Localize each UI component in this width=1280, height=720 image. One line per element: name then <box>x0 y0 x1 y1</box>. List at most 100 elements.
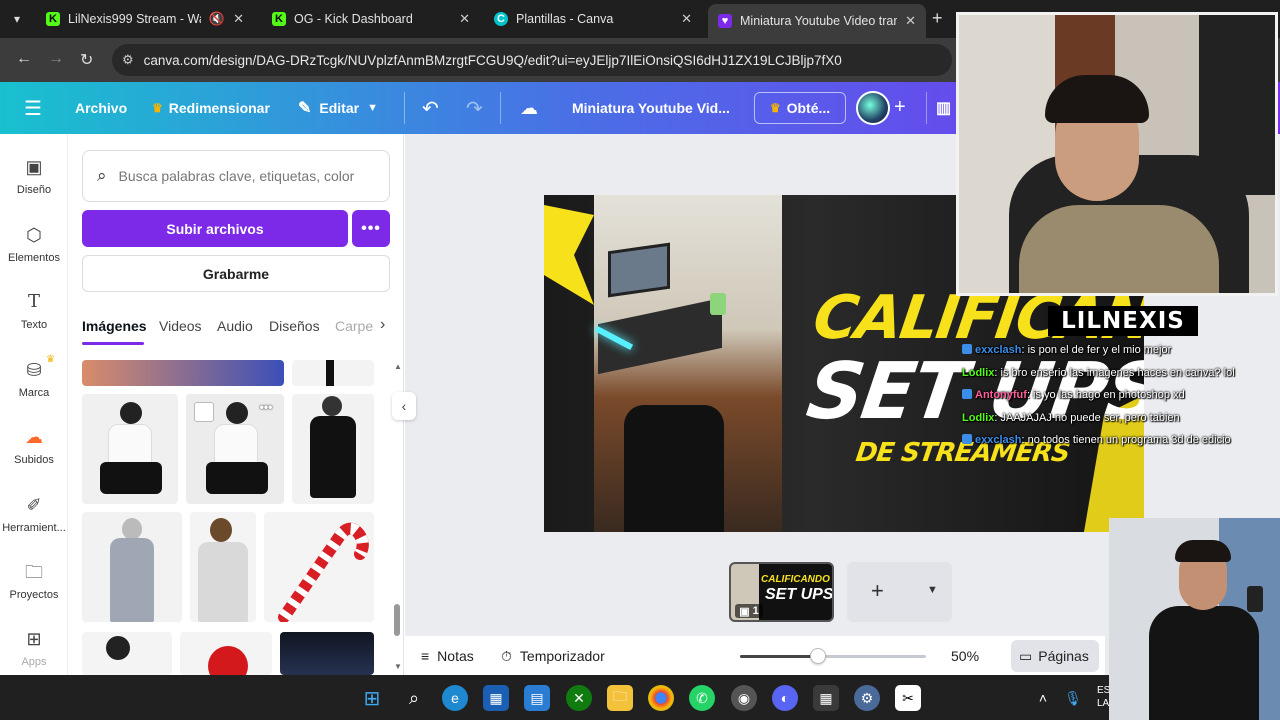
browser-tab-canva-design[interactable]: ♥ Miniatura Youtube Video transm ✕ <box>708 4 926 38</box>
insights-chart-icon[interactable]: ▥ <box>936 82 951 134</box>
zoom-slider-thumb[interactable] <box>810 648 827 664</box>
avatar[interactable] <box>856 91 890 125</box>
reload-icon[interactable]: ↻ <box>80 50 93 70</box>
rail-label: Proyectos <box>9 589 59 601</box>
tab-videos[interactable]: Videos <box>159 318 202 334</box>
uploaded-image[interactable] <box>82 512 182 622</box>
uploaded-image[interactable] <box>190 512 256 622</box>
forward-icon[interactable]: → <box>48 50 64 68</box>
tab-search-chevron-icon[interactable]: ▾ <box>6 8 28 30</box>
rail-item-brand[interactable]: ⛁ ♛ Marca <box>0 354 68 399</box>
notes-button[interactable]: ≡ Notas <box>421 636 474 676</box>
windows-start-icon[interactable]: ⊞ <box>359 685 385 711</box>
canva-favicon-icon: C <box>494 12 508 26</box>
rail-item-elements[interactable]: ⬡ Elementos <box>0 224 68 264</box>
uploaded-image[interactable] <box>180 632 272 675</box>
site-info-icon[interactable]: ⚙ <box>122 52 134 68</box>
uploaded-image[interactable] <box>292 360 374 386</box>
discord-icon[interactable]: ◐ <box>772 685 798 711</box>
search-icon[interactable]: ⌕ <box>401 685 427 711</box>
close-tab-icon[interactable]: ✕ <box>681 11 692 27</box>
record-yourself-button[interactable]: Grabarme <box>82 255 390 292</box>
rail-item-text[interactable]: T Texto <box>0 291 68 331</box>
rail-label: Herramient... <box>2 522 66 534</box>
more-options-button[interactable]: ••• <box>352 210 390 247</box>
file-label: Archivo <box>75 100 128 116</box>
xbox-icon[interactable]: ✕ <box>566 685 592 711</box>
menu-icon[interactable]: ☰ <box>24 82 42 134</box>
collapse-panel-button[interactable]: ‹ <box>392 392 416 420</box>
resize-button[interactable]: ♛ Redimensionar <box>152 82 270 134</box>
file-menu[interactable]: Archivo <box>75 82 127 134</box>
app-icon[interactable]: ▦ <box>813 685 839 711</box>
uploaded-image[interactable] <box>82 394 178 504</box>
uploaded-image-hovered[interactable]: ••• <box>186 394 284 504</box>
browser-tab-canva-templates[interactable]: C Plantillas - Canva ✕ <box>484 4 702 34</box>
document-title[interactable]: Miniatura Youtube Vid... <box>572 82 730 134</box>
browser-tab-kick-stream[interactable]: K LilNexis999 Stream - Watch 🔇 ✕ <box>36 4 254 34</box>
upload-files-button[interactable]: Subir archivos <box>82 210 348 247</box>
store-icon[interactable]: ▦ <box>483 685 509 711</box>
uploads-panel: ⌕ Busca palabras clave, etiquetas, color… <box>68 134 404 675</box>
file-explorer-icon[interactable]: 🗀 <box>607 685 633 711</box>
uploaded-image[interactable] <box>82 360 284 386</box>
scroll-up-icon[interactable]: ▲ <box>394 362 402 371</box>
chevron-down-icon[interactable]: ▼ <box>927 584 938 596</box>
black-shirt <box>1149 606 1259 720</box>
tab-images[interactable]: Imágenes <box>82 318 147 334</box>
cloud-saved-icon[interactable]: ☁ <box>520 82 538 134</box>
add-page-button[interactable]: + ▼ <box>847 562 952 622</box>
select-checkbox[interactable] <box>194 402 214 422</box>
mute-icon[interactable]: 🔇 <box>209 11 225 27</box>
uploaded-image[interactable] <box>292 394 374 504</box>
rail-item-tools[interactable]: ✐ Herramient... <box>0 494 68 534</box>
zoom-slider[interactable] <box>740 648 926 664</box>
redo-icon[interactable]: ↷ <box>466 82 483 134</box>
pages-button[interactable]: ▭ Páginas <box>1011 640 1099 672</box>
scrollbar-thumb[interactable] <box>394 604 400 636</box>
uploaded-image[interactable] <box>82 632 172 675</box>
zoom-level[interactable]: 50% <box>951 636 979 676</box>
setup-photo[interactable] <box>594 195 782 532</box>
widgets-icon[interactable]: ▤ <box>524 685 550 711</box>
close-tab-icon[interactable]: ✕ <box>905 13 916 29</box>
tab-folders[interactable]: Carpe <box>335 318 373 334</box>
rail-item-design[interactable]: ▣ Diseño <box>0 156 68 196</box>
obs-icon[interactable]: ◉ <box>731 685 757 711</box>
tab-audio[interactable]: Audio <box>217 318 253 334</box>
microphone-icon[interactable]: 🎙 <box>1060 685 1086 711</box>
browser-tab-kick-dashboard[interactable]: K OG - Kick Dashboard ✕ <box>262 4 480 34</box>
canva-design-favicon-icon: ♥ <box>718 14 732 28</box>
upgrade-button[interactable]: ♛ Obté... <box>754 92 846 124</box>
new-tab-icon[interactable]: + <box>932 8 943 29</box>
rail-item-projects[interactable]: 🗀 Proyectos <box>0 561 68 601</box>
back-icon[interactable]: ← <box>16 50 32 68</box>
search-input[interactable]: ⌕ Busca palabras clave, etiquetas, color <box>82 150 390 202</box>
url-field[interactable]: ⚙ canva.com/design/DAG-DRzTcgk/NUVplzfAn… <box>112 44 952 76</box>
chevron-right-icon[interactable]: › <box>380 316 385 334</box>
scroll-down-icon[interactable]: ▼ <box>394 662 402 671</box>
chrome-icon[interactable] <box>648 685 674 711</box>
page-thumbnail[interactable]: CALIFICANDO SET UPS ▣ 1 <box>729 562 834 622</box>
rail-item-uploads[interactable]: ☁ Subidos <box>0 426 68 466</box>
tab-designs[interactable]: Diseños <box>269 318 320 334</box>
uploaded-image[interactable] <box>264 512 374 622</box>
tab-title: Miniatura Youtube Video transm <box>740 14 898 28</box>
capcut-icon[interactable]: ✂ <box>895 685 921 711</box>
image-content <box>214 424 258 464</box>
timer-icon: ⏱ <box>501 647 512 664</box>
close-tab-icon[interactable]: ✕ <box>233 11 244 27</box>
close-tab-icon[interactable]: ✕ <box>459 11 470 27</box>
uploaded-image[interactable] <box>280 632 374 675</box>
edge-icon[interactable]: e <box>442 685 468 711</box>
page-number: 1 <box>752 605 759 617</box>
undo-icon[interactable]: ↶ <box>422 82 439 134</box>
edit-menu[interactable]: ✎ Editar ▼ <box>298 82 378 134</box>
rail-item-apps[interactable]: ⊞ Apps <box>0 628 68 668</box>
tray-chevron-icon[interactable]: ˄ <box>1030 685 1056 711</box>
settings-icon[interactable]: ⚙ <box>854 685 880 711</box>
timer-button[interactable]: ⏱ Temporizador <box>501 636 605 676</box>
more-options-icon[interactable]: ••• <box>254 400 278 418</box>
whatsapp-icon[interactable]: ✆ <box>689 685 715 711</box>
add-collaborator-icon[interactable]: + <box>894 96 906 119</box>
